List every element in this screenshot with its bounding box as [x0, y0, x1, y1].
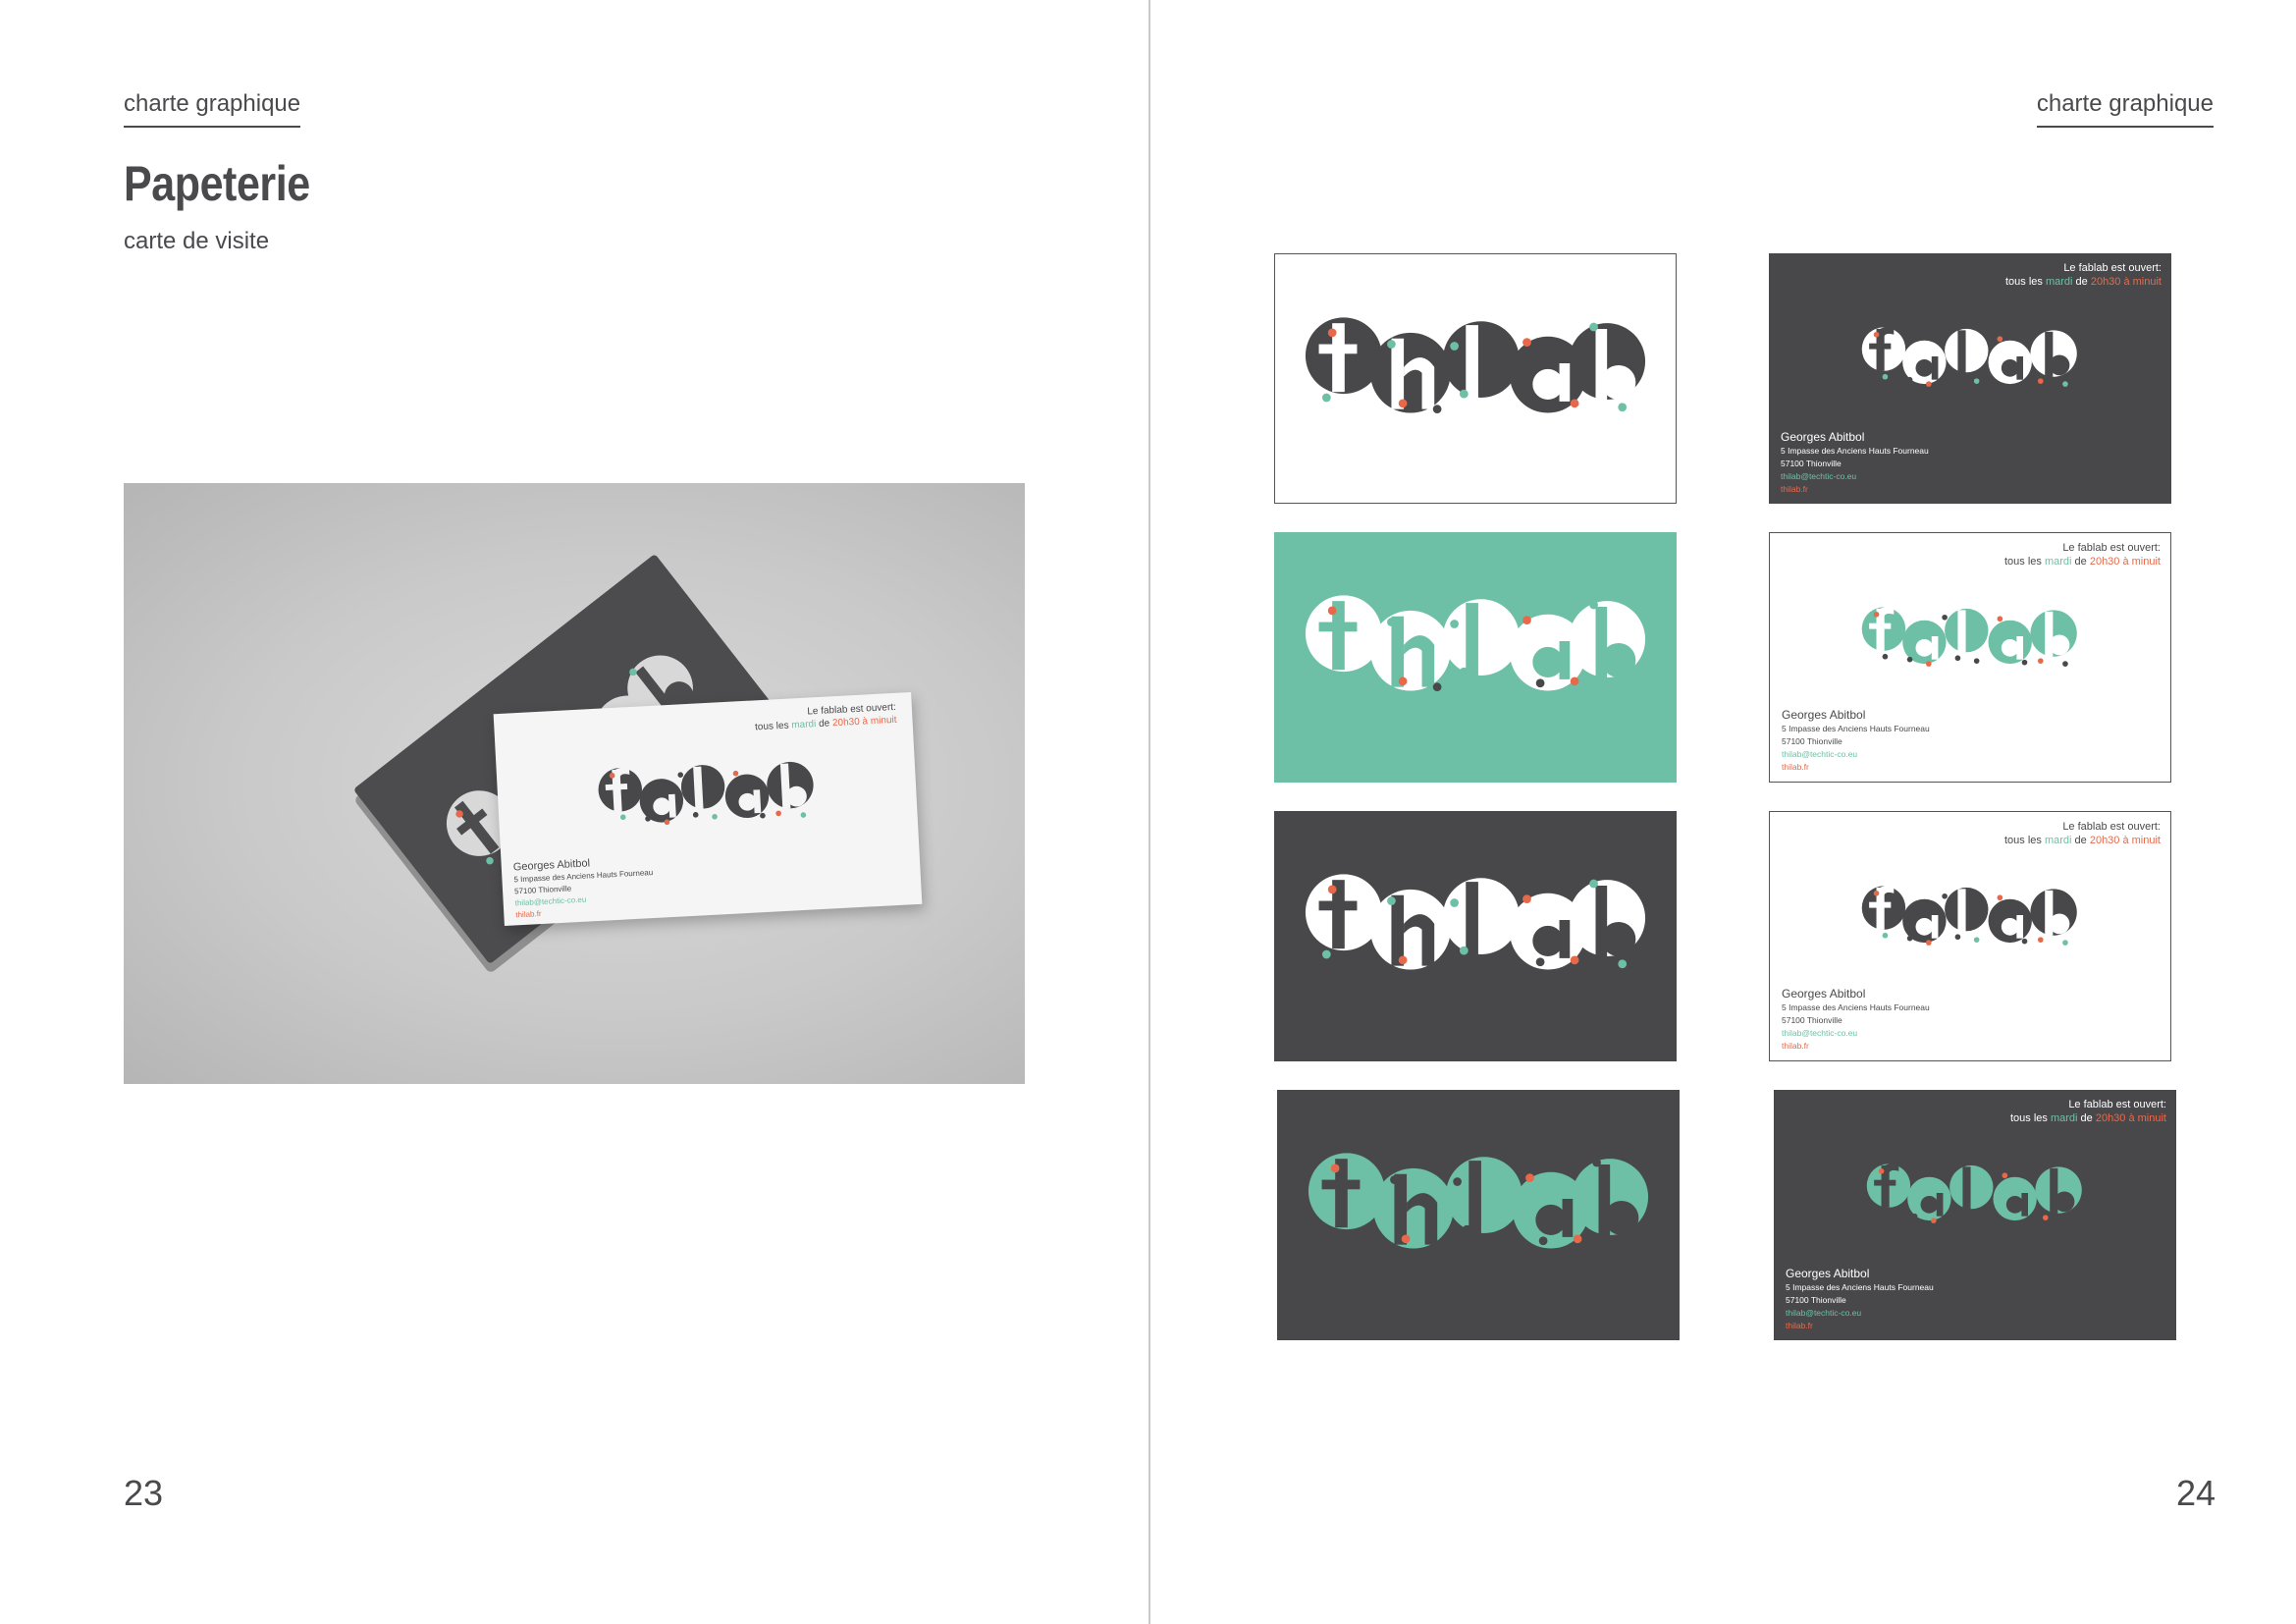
contact-name: Georges Abitbol	[1781, 430, 1865, 444]
email: thilab@techtic-co.eu	[1782, 749, 1858, 759]
contact-block: Georges Abitbol 5 Impasse des Anciens Hau…	[1782, 986, 1930, 1053]
fablab-logo-wrap	[496, 745, 917, 839]
business-card-verso-8: Le fablab est ouvert: tous les mardi de 2…	[1774, 1090, 2176, 1340]
business-card-mockup-photo: Le fablab est ouvert: tous les mardi de …	[124, 483, 1025, 1084]
contact-name: Georges Abitbol	[1786, 1267, 1870, 1280]
logo-wrap	[1770, 879, 2170, 951]
contact-block: Georges Abitbol 5 Impasse des Anciens Hau…	[1781, 429, 1929, 496]
logo-wrap	[1774, 1157, 2176, 1229]
website: thilab.fr	[1781, 484, 1808, 494]
business-card-recto-3	[1274, 532, 1677, 783]
address-line-2: 57100 Thionville	[1782, 736, 1842, 746]
logo-wrap	[1274, 862, 1677, 978]
logo-wrap	[1274, 583, 1677, 699]
address-line-1: 5 Impasse des Anciens Hauts Fourneau	[1781, 446, 1929, 456]
right-page: charte graphique Le fablab est ouvert: t…	[1150, 0, 2296, 1624]
opening-hours: Le fablab est ouvert: tous les mardi de 2…	[2004, 820, 2161, 847]
open-line: Le fablab est ouvert:	[2063, 262, 2162, 274]
business-card-recto-1	[1274, 253, 1677, 504]
thilab-logo	[1305, 595, 1646, 692]
opening-hours: Le fablab est ouvert: tous les mardi de 2…	[2010, 1098, 2166, 1125]
opening-hours: Le fablab est ouvert: tous les mardi de …	[754, 701, 897, 734]
section-label: charte graphique	[124, 90, 301, 128]
opening-hours: Le fablab est ouvert: tous les mardi de 2…	[2005, 261, 2162, 289]
open-line: Le fablab est ouvert:	[2062, 821, 2161, 833]
logo-wrap	[1275, 305, 1676, 421]
open-line: Le fablab est ouvert:	[2062, 542, 2161, 554]
thilab-logo	[1305, 317, 1646, 414]
logo-wrap	[1277, 1141, 1680, 1257]
front-business-card: Le fablab est ouvert: tous les mardi de …	[493, 692, 923, 926]
contact-name: Georges Abitbol	[1782, 708, 1866, 722]
fablab-logo	[598, 761, 814, 826]
address-line-2: 57100 Thionville	[1781, 459, 1842, 468]
open-line: Le fablab est ouvert:	[2068, 1099, 2166, 1110]
contact-block: Georges Abitbol 5 Impasse des Anciens Ha…	[512, 853, 655, 921]
left-page: charte graphique Papeterie carte de visi…	[0, 0, 1148, 1624]
business-card-recto-5	[1274, 811, 1677, 1061]
logo-wrap	[1770, 600, 2170, 673]
schedule-line: tous les mardi de 20h30 à minuit	[2004, 276, 2162, 288]
page-title: Papeterie	[124, 156, 310, 211]
fablab-logo	[1861, 607, 2077, 667]
contact-name: Georges Abitbol	[1782, 987, 1866, 1001]
address-line-2: 57100 Thionville	[1782, 1015, 1842, 1025]
address-line-1: 5 Impasse des Anciens Hauts Fourneau	[1786, 1282, 1934, 1292]
fablab-logo	[1861, 327, 2077, 387]
schedule-line: tous les mardi de 20h30 à minuit	[2003, 835, 2161, 846]
website: thilab.fr	[1782, 1041, 1809, 1051]
website: thilab.fr	[1786, 1321, 1813, 1330]
business-card-verso-4: Le fablab est ouvert: tous les mardi de 2…	[1769, 532, 2171, 783]
opening-hours: Le fablab est ouvert: tous les mardi de 2…	[2004, 541, 2161, 568]
email: thilab@techtic-co.eu	[1781, 471, 1857, 481]
thilab-logo	[1308, 1153, 1649, 1250]
page-number: 23	[124, 1473, 164, 1513]
section-label: charte graphique	[2036, 90, 2214, 128]
fablab-logo	[1866, 1164, 2082, 1223]
page-number: 24	[2175, 1473, 2216, 1513]
address-line-1: 5 Impasse des Anciens Hauts Fourneau	[1782, 724, 1930, 733]
contact-block: Georges Abitbol 5 Impasse des Anciens Hau…	[1786, 1266, 1934, 1332]
thilab-logo	[1305, 874, 1646, 971]
schedule-line: tous les mardi de 20h30 à minuit	[2003, 556, 2161, 568]
address-line-2: 57100 Thionville	[1786, 1295, 1846, 1305]
page-subtitle: carte de visite	[124, 228, 270, 254]
email: thilab@techtic-co.eu	[1782, 1028, 1858, 1038]
email: thilab@techtic-co.eu	[1786, 1308, 1862, 1318]
contact-block: Georges Abitbol 5 Impasse des Anciens Hau…	[1782, 707, 1930, 774]
schedule-line: tous les mardi de 20h30 à minuit	[2009, 1112, 2166, 1124]
business-card-verso-2: Le fablab est ouvert: tous les mardi de 2…	[1769, 253, 2171, 504]
address-line-1: 5 Impasse des Anciens Hauts Fourneau	[1782, 1002, 1930, 1012]
fablab-logo	[1861, 886, 2077, 946]
website: thilab.fr	[1782, 762, 1809, 772]
business-card-verso-6: Le fablab est ouvert: tous les mardi de 2…	[1769, 811, 2171, 1061]
business-card-recto-7	[1277, 1090, 1680, 1340]
logo-wrap	[1769, 320, 2171, 393]
